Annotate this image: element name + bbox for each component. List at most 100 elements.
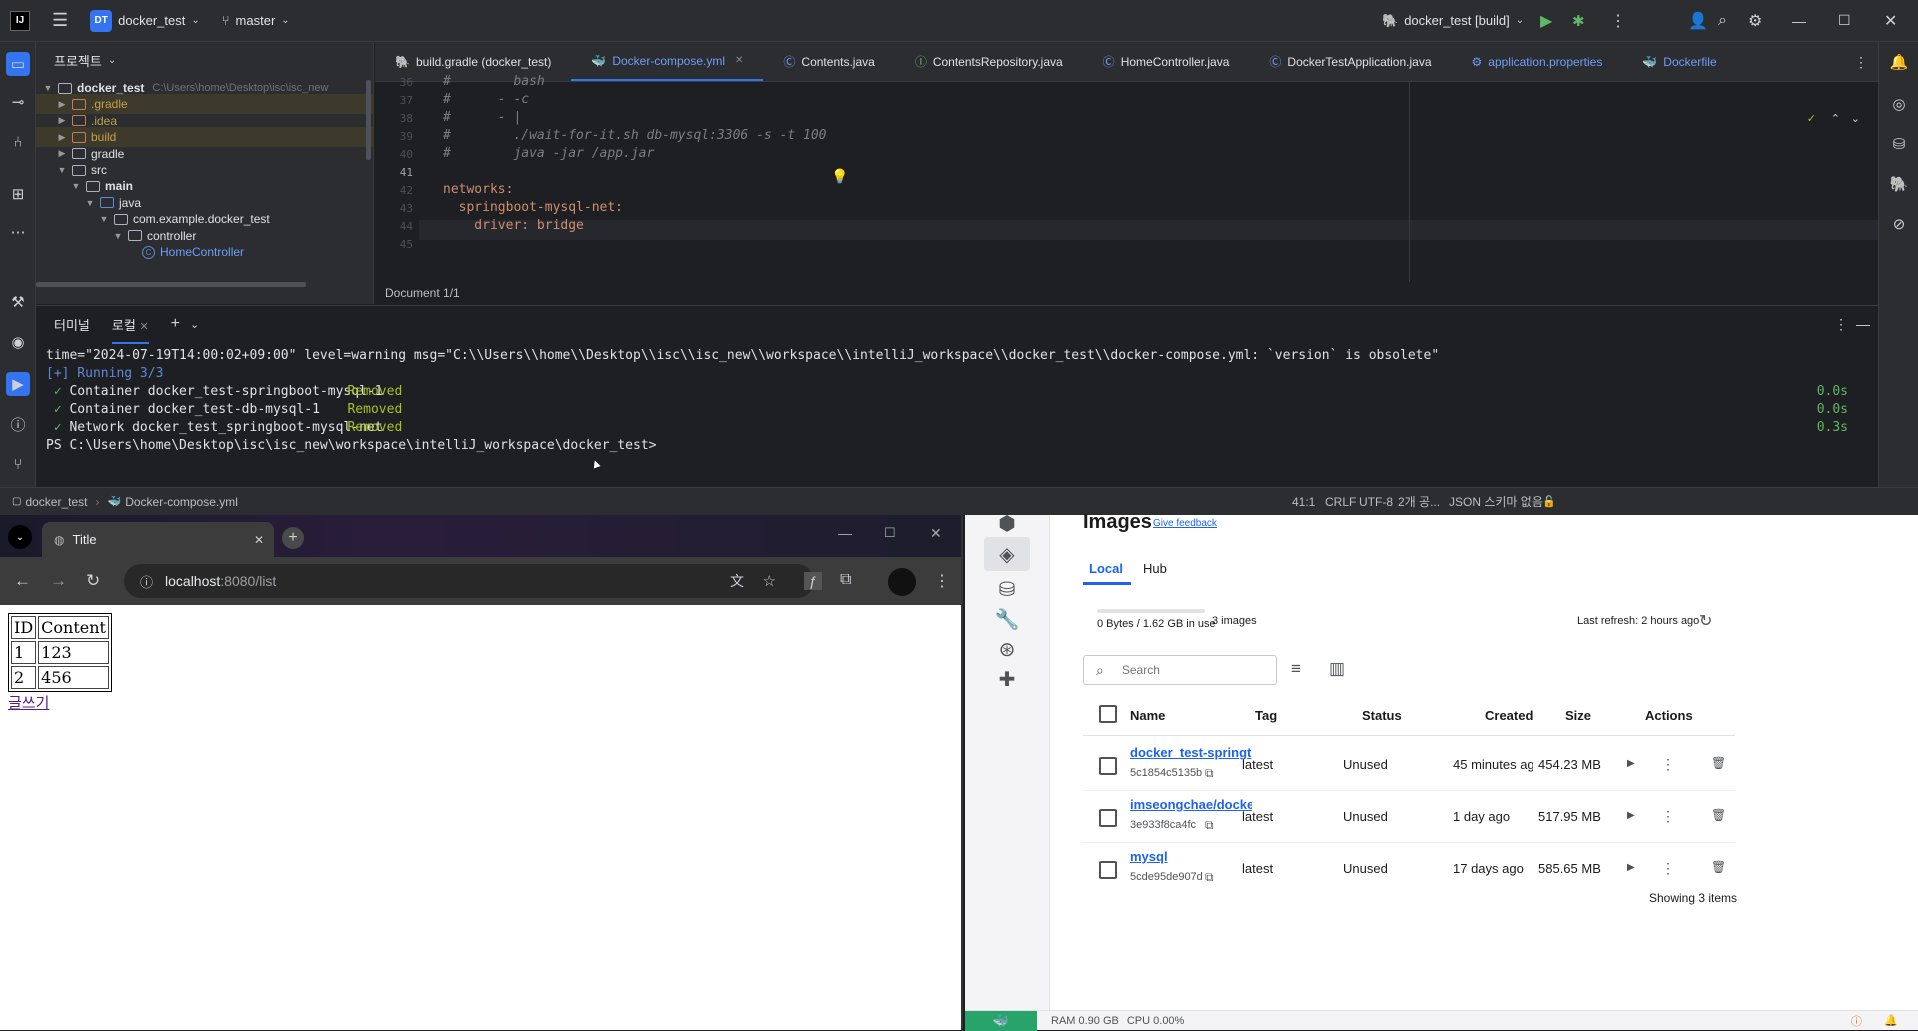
- more-tools-icon[interactable]: ⋯: [8, 222, 28, 242]
- tree-scrollbar[interactable]: [366, 80, 371, 160]
- notifications-bell-icon[interactable]: 🔔: [1884, 1014, 1898, 1027]
- tab-local[interactable]: Local: [1083, 561, 1131, 585]
- maximize-icon[interactable]: ☐: [1838, 12, 1851, 29]
- run-icon[interactable]: ▶: [1540, 11, 1552, 31]
- site-info-icon[interactable]: ⓘ: [140, 572, 153, 591]
- problems-icon[interactable]: ⓘ: [8, 414, 28, 434]
- column-header[interactable]: Size: [1565, 708, 1591, 723]
- git-icon[interactable]: ⑂: [8, 454, 28, 474]
- column-header[interactable]: Status: [1362, 708, 1402, 723]
- column-header[interactable]: Name: [1130, 708, 1165, 723]
- row-checkbox[interactable]: [1099, 757, 1117, 775]
- terminal-tool-icon[interactable]: ▶: [6, 372, 30, 396]
- browser-tab[interactable]: ◍ Title ✕: [42, 522, 274, 557]
- image-name-link[interactable]: docker_test-springt: [1130, 745, 1252, 760]
- tab-search-icon[interactable]: ⌄: [8, 525, 32, 549]
- structure-icon[interactable]: ⊞: [8, 184, 28, 204]
- chevron-down-icon[interactable]: ▼: [56, 165, 68, 175]
- minimize-icon[interactable]: —: [838, 525, 852, 541]
- containers-icon[interactable]: ⬢: [991, 507, 1023, 539]
- chevron-right-icon[interactable]: ▶: [56, 99, 68, 110]
- translate-icon[interactable]: 文: [730, 571, 744, 591]
- tree-horizontal-scrollbar[interactable]: [36, 282, 306, 287]
- json-schema[interactable]: JSON 스키마 없음: [1449, 493, 1543, 510]
- extension-script-icon[interactable]: ƒ: [804, 572, 822, 590]
- database-icon[interactable]: ⛁: [1889, 134, 1909, 154]
- filter-icon[interactable]: ≡: [1291, 659, 1301, 679]
- main-menu-icon[interactable]: ☰: [52, 10, 68, 31]
- copy-icon[interactable]: ⧉: [1205, 870, 1214, 885]
- forward-arrow-icon[interactable]: →: [50, 571, 67, 591]
- volumes-icon[interactable]: ⛁: [991, 573, 1023, 605]
- ai-assistant-icon[interactable]: ◎: [1889, 94, 1909, 114]
- terminal-more-icon[interactable]: ⋮: [1834, 316, 1848, 333]
- close-tab-icon[interactable]: ✕: [254, 533, 264, 547]
- image-name-link[interactable]: mysql: [1130, 849, 1252, 864]
- more-actions-icon[interactable]: ⋮: [1661, 808, 1675, 825]
- close-window-icon[interactable]: ✕: [930, 525, 942, 542]
- close-tab-icon[interactable]: ✕: [139, 320, 148, 333]
- profile-avatar[interactable]: [888, 568, 916, 596]
- more-actions-icon[interactable]: ⋮: [1661, 860, 1675, 877]
- delete-trash-icon[interactable]: 🗑: [1711, 808, 1726, 822]
- extensions-icon[interactable]: ✚: [991, 663, 1023, 695]
- minimize-icon[interactable]: —: [1792, 13, 1806, 29]
- give-feedback-link[interactable]: Give feedback: [1153, 518, 1217, 529]
- image-row[interactable]: docker_test-springt 5c1854c5135b ⧉ latest Un…: [965, 739, 1918, 791]
- tree-item[interactable]: C HomeController: [36, 242, 374, 262]
- delete-trash-icon[interactable]: 🗑: [1711, 756, 1726, 770]
- add-terminal-icon[interactable]: +: [171, 315, 180, 333]
- editor-tab[interactable]: Ⓒ HomeController.java: [1083, 42, 1250, 81]
- cursor-position[interactable]: 41:1: [1292, 495, 1315, 509]
- editor-breadcrumb[interactable]: Document 1/1: [375, 282, 1878, 304]
- columns-icon[interactable]: ▥: [1329, 659, 1345, 679]
- notifications-icon[interactable]: 🔔: [1889, 52, 1909, 72]
- builds-wrench-icon[interactable]: 🔧: [991, 603, 1023, 635]
- status-crumb-project[interactable]: docker_test: [25, 495, 87, 509]
- docker-engine-whale-icon[interactable]: 🐳: [965, 1010, 1037, 1031]
- refresh-icon[interactable]: ↻: [1699, 611, 1712, 631]
- close-icon[interactable]: ✕: [1884, 11, 1897, 31]
- delete-trash-icon[interactable]: 🗑: [1711, 860, 1726, 874]
- chevron-down-icon[interactable]: ▼: [112, 231, 124, 241]
- project-switcher[interactable]: DT docker_test ⌄: [90, 9, 200, 32]
- inspection-ok-icon[interactable]: ✓: [1807, 112, 1816, 125]
- more-icon[interactable]: ⋮: [1610, 11, 1626, 31]
- copy-icon[interactable]: ⧉: [1205, 766, 1214, 781]
- lock-icon[interactable]: 🔓: [1542, 495, 1556, 508]
- new-tab-icon[interactable]: +: [282, 527, 304, 549]
- gradle-tool-icon[interactable]: 🐘: [1889, 174, 1909, 194]
- scout-icon[interactable]: ⊛: [991, 633, 1023, 665]
- images-icon[interactable]: ◈: [984, 537, 1030, 571]
- shell-prompt[interactable]: PS C:\Users\home\Desktop\isc\isc_new\wor…: [46, 438, 656, 453]
- chevron-down-icon[interactable]: ⌄: [1851, 112, 1860, 125]
- image-row[interactable]: mysql 5cde95de907d ⧉ latest Unused 17 days ag…: [965, 843, 1918, 895]
- hide-panel-icon[interactable]: —: [1856, 316, 1870, 332]
- chevron-down-icon[interactable]: ⌄: [190, 318, 199, 331]
- maximize-icon[interactable]: ☐: [884, 525, 896, 541]
- chevron-right-icon[interactable]: ▶: [56, 115, 68, 126]
- run-icon[interactable]: ▶: [1627, 862, 1635, 873]
- status-crumb-file[interactable]: Docker-compose.yml: [125, 495, 238, 509]
- address-bar[interactable]: ⓘ localhost:8080/list 文 ☆: [124, 564, 814, 598]
- tab-terminal[interactable]: 터미널: [54, 315, 90, 334]
- copy-icon[interactable]: ⧉: [1205, 818, 1214, 833]
- run-config-selector[interactable]: 🐘 docker_test [build] ⌄: [1382, 13, 1524, 29]
- line-separator[interactable]: CRLF: [1325, 495, 1356, 509]
- indent-setting[interactable]: 2개 공...: [1398, 493, 1440, 510]
- browser-menu-icon[interactable]: ⋮: [934, 571, 950, 591]
- image-name-link[interactable]: imseongchae/docke: [1130, 797, 1252, 812]
- warning-icon[interactable]: ⓘ: [1851, 1013, 1862, 1029]
- services-icon[interactable]: ◉: [8, 332, 28, 352]
- tabs-more-icon[interactable]: ⋮: [1854, 54, 1868, 71]
- chevron-down-icon[interactable]: ▼: [84, 198, 96, 208]
- search-icon[interactable]: ⌕: [1718, 12, 1727, 30]
- commit-icon[interactable]: ⊸: [8, 92, 28, 112]
- chevron-down-icon[interactable]: ▼: [70, 181, 82, 191]
- editor-tab[interactable]: 🐳 Docker-compose.yml ✕: [571, 42, 764, 81]
- file-encoding[interactable]: UTF-8: [1359, 495, 1393, 509]
- run-icon[interactable]: ▶: [1627, 758, 1635, 769]
- editor-tab[interactable]: Ⓒ DockerTestApplication.java: [1249, 42, 1451, 81]
- debug-icon[interactable]: ✱: [1572, 12, 1585, 30]
- editor-tab[interactable]: Ⓒ Contents.java: [763, 42, 894, 81]
